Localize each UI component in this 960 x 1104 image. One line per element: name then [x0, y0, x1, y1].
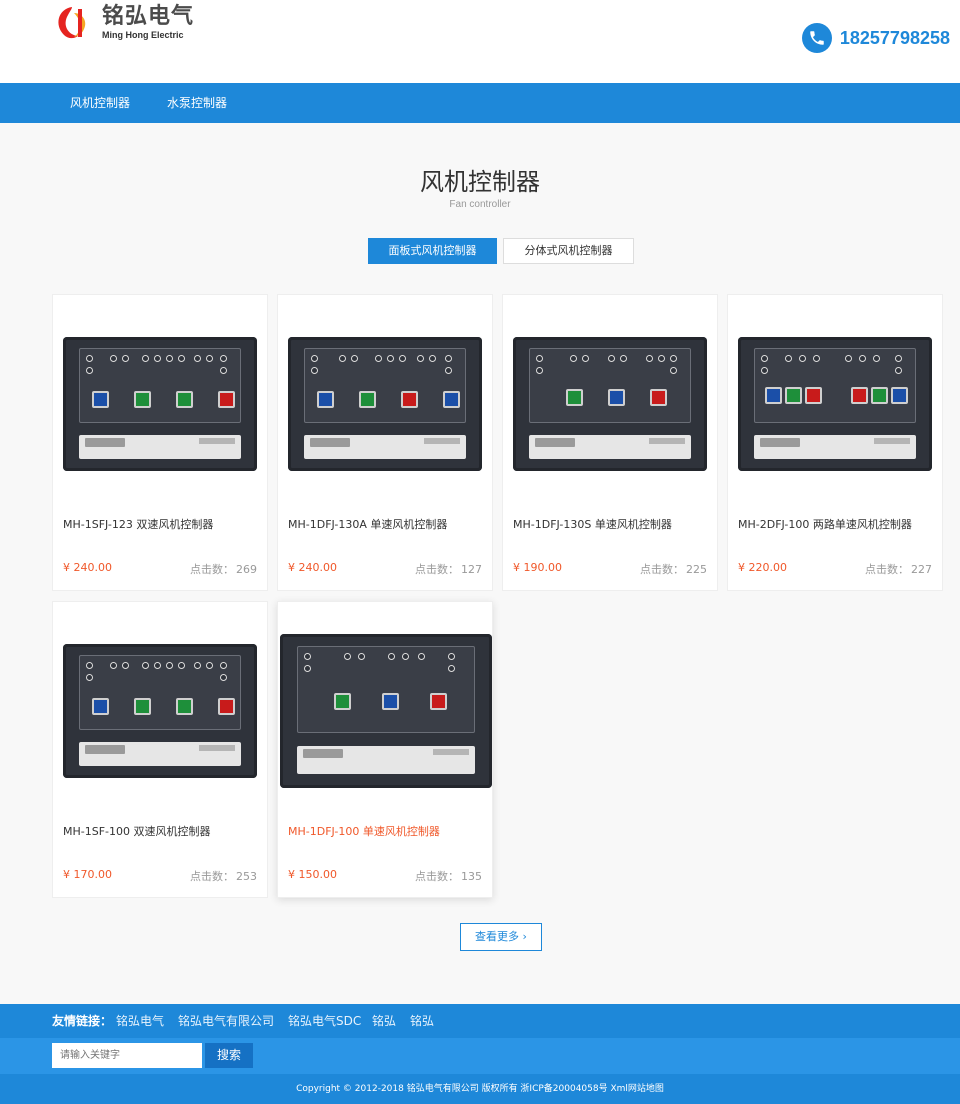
product-name[interactable]: MH-2DFJ-100 两路单速风机控制器: [738, 516, 912, 532]
friend-links-label: 友情链接：: [52, 1014, 113, 1028]
product-image[interactable]: [63, 337, 257, 471]
product-card[interactable]: MH-1SFJ-123 双速风机控制器 ¥ 240.00 点击数： 269: [52, 294, 268, 591]
clicks-label: 点击数：: [190, 870, 234, 883]
footer-search-bar: 搜索: [0, 1038, 960, 1074]
product-price: ¥ 240.00: [288, 561, 337, 574]
clicks-count: 127: [461, 563, 482, 576]
friend-link[interactable]: 铭弘电气SDC: [288, 1004, 361, 1038]
logo-icon: [52, 3, 98, 43]
product-card[interactable]: MH-1SF-100 双速风机控制器 ¥ 170.00 点击数： 253: [52, 601, 268, 898]
brand-name-cn: 铭弘电气: [102, 4, 195, 29]
site-header: 铭弘电气 Ming Hong Electric 18257798258: [0, 0, 960, 83]
product-name[interactable]: MH-1DFJ-100 单速风机控制器: [288, 823, 440, 839]
product-name[interactable]: MH-1DFJ-130S 单速风机控制器: [513, 516, 672, 532]
section-title: 风机控制器: [420, 168, 540, 196]
product-card[interactable]: MH-1DFJ-100 单速风机控制器 ¥ 150.00 点击数： 135: [277, 601, 493, 898]
friend-link[interactable]: 铭弘: [410, 1004, 434, 1038]
tab-panel-fan-controller[interactable]: 面板式风机控制器: [368, 238, 497, 264]
product-price: ¥ 220.00: [738, 561, 787, 574]
friend-link[interactable]: 铭弘: [372, 1004, 396, 1038]
product-clicks: 点击数： 225: [640, 561, 707, 577]
nav-item-pump-controller[interactable]: 水泵控制器: [167, 83, 227, 123]
copyright: Copyright © 2012-2018 铭弘电气有限公司 版权所有 浙ICP…: [0, 1074, 960, 1104]
clicks-count: 253: [236, 870, 257, 883]
clicks-label: 点击数：: [640, 563, 684, 576]
product-image[interactable]: [280, 634, 492, 788]
clicks-label: 点击数：: [415, 870, 459, 883]
view-more-button[interactable]: 查看更多 ›: [460, 923, 542, 951]
clicks-label: 点击数：: [865, 563, 909, 576]
product-card[interactable]: MH-1DFJ-130A 单速风机控制器 ¥ 240.00 点击数： 127: [277, 294, 493, 591]
product-name[interactable]: MH-1SF-100 双速风机控制器: [63, 823, 211, 839]
product-clicks: 点击数： 227: [865, 561, 932, 577]
product-image[interactable]: [513, 337, 707, 471]
clicks-count: 269: [236, 563, 257, 576]
phone-icon: [801, 23, 832, 53]
product-image[interactable]: [738, 337, 932, 471]
clicks-count: 227: [911, 563, 932, 576]
product-name[interactable]: MH-1SFJ-123 双速风机控制器: [63, 516, 213, 532]
product-image[interactable]: [63, 644, 257, 778]
phone-number: 18257798258: [839, 27, 950, 48]
search-input[interactable]: [52, 1043, 202, 1068]
clicks-label: 点击数：: [190, 563, 234, 576]
tab-split-fan-controller[interactable]: 分体式风机控制器: [503, 238, 634, 264]
nav-item-fan-controller[interactable]: 风机控制器: [70, 83, 130, 123]
main-nav: 风机控制器 水泵控制器: [0, 83, 960, 123]
brand-name-en: Ming Hong Electric: [102, 30, 184, 40]
friend-link[interactable]: 铭弘电气有限公司: [178, 1004, 274, 1038]
phone-contact[interactable]: 18257798258: [801, 23, 950, 53]
clicks-label: 点击数：: [415, 563, 459, 576]
product-card[interactable]: MH-1DFJ-130S 单速风机控制器 ¥ 190.00 点击数： 225: [502, 294, 718, 591]
product-clicks: 点击数： 269: [190, 561, 257, 577]
friend-link[interactable]: 铭弘电气: [116, 1004, 164, 1038]
product-name[interactable]: MH-1DFJ-130A 单速风机控制器: [288, 516, 447, 532]
friend-links-bar: 友情链接： 铭弘电气 铭弘电气有限公司 铭弘电气SDC 铭弘 铭弘: [0, 1004, 960, 1038]
product-clicks: 点击数： 127: [415, 561, 482, 577]
product-price: ¥ 150.00: [288, 868, 337, 881]
product-price: ¥ 170.00: [63, 868, 112, 881]
product-clicks: 点击数： 135: [415, 868, 482, 884]
clicks-count: 135: [461, 870, 482, 883]
product-card[interactable]: MH-2DFJ-100 两路单速风机控制器 ¥ 220.00 点击数： 227: [727, 294, 943, 591]
section-subtitle: Fan controller: [449, 199, 511, 210]
clicks-count: 225: [686, 563, 707, 576]
product-price: ¥ 190.00: [513, 561, 562, 574]
logo[interactable]: 铭弘电气 Ming Hong Electric: [52, 2, 222, 44]
product-price: ¥ 240.00: [63, 561, 112, 574]
product-image[interactable]: [288, 337, 482, 471]
product-clicks: 点击数： 253: [190, 868, 257, 884]
search-button[interactable]: 搜索: [205, 1043, 253, 1068]
